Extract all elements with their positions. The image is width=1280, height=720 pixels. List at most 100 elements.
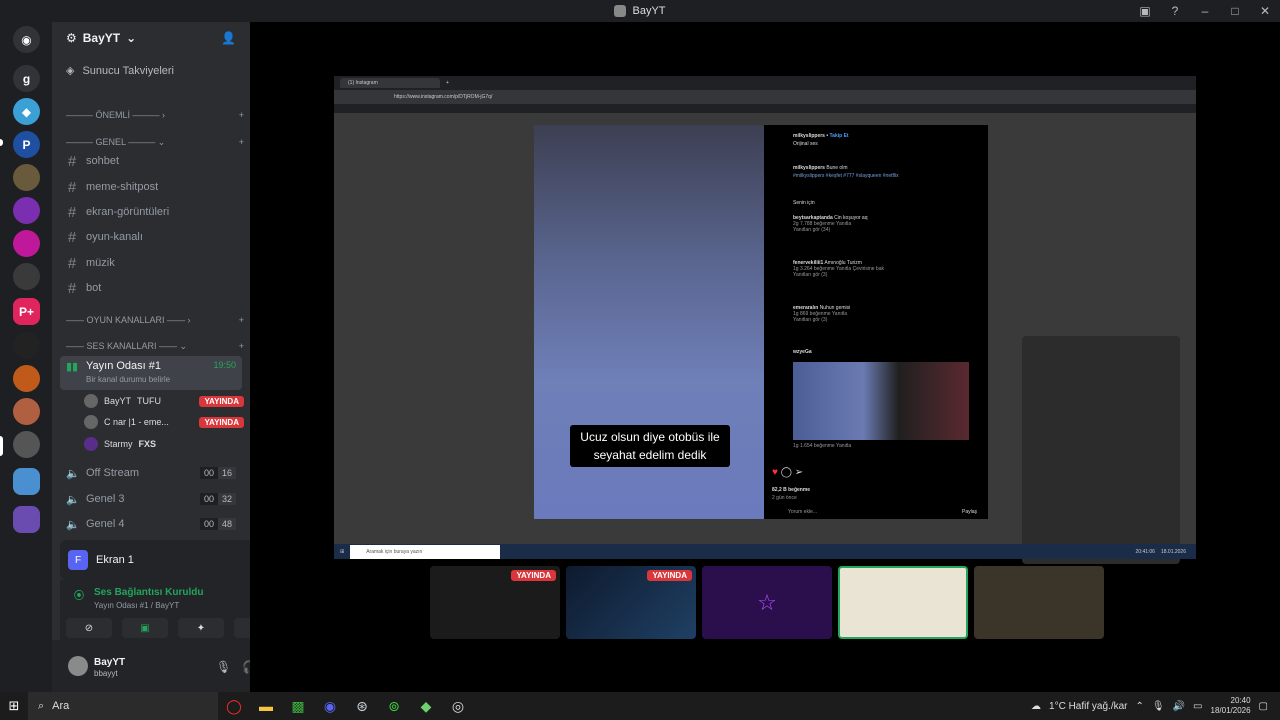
voice-user[interactable]: Starmy FXS — [84, 435, 244, 453]
participant-tile[interactable]: ☆ — [702, 566, 832, 639]
post-comment-button[interactable]: Paylaş — [962, 509, 977, 515]
weather-label[interactable]: 1°C Hafif yağ./kar — [1049, 701, 1127, 712]
address-bar[interactable]: https://www.instagram.com/p/DTjROM-jG7q/ — [334, 90, 1196, 104]
close-button[interactable]: ✕ — [1250, 4, 1280, 18]
participant-tile-speaking[interactable] — [838, 566, 968, 639]
server-header[interactable]: ⚙ BayYT ⌄ 👤 — [52, 22, 250, 54]
participant-tile[interactable]: YAYINDA — [430, 566, 560, 639]
new-tab-icon[interactable]: + — [446, 80, 449, 86]
voice-status-sub[interactable]: Yayın Odası #1 / BayYT — [94, 601, 179, 610]
chevron-up-icon[interactable]: ⌃ — [1136, 701, 1144, 712]
user-tag: bbayyt — [94, 669, 118, 678]
category-onemli[interactable]: ——— ÖNEMLİ ——— › + — [66, 110, 244, 120]
avatar[interactable] — [68, 656, 88, 676]
view-replies[interactable]: Yanıtları gör (3) — [793, 272, 827, 278]
voice-channel-yayin-odasi[interactable]: ▮▮ Yayın Odası #1 Bir kanal durumu belir… — [60, 356, 242, 390]
server-icon-10[interactable] — [13, 365, 40, 392]
inbox-icon[interactable]: ▣ — [1130, 4, 1160, 18]
add-channel-icon[interactable]: + — [239, 341, 244, 352]
server-boosts[interactable]: ◈ Sunucu Takviyeleri — [66, 64, 174, 78]
voice-channel-genel-4[interactable]: 🔈 Genel 4 00 48 — [60, 513, 242, 535]
add-channel-icon[interactable]: + — [239, 137, 244, 148]
channel-oyun-kanali[interactable]: # oyun-kanalı — [60, 226, 242, 248]
help-icon[interactable]: ? — [1160, 4, 1190, 18]
comment-icon[interactable]: ◯ — [781, 467, 792, 478]
user-name[interactable]: BayYT — [94, 657, 125, 668]
comment-input[interactable]: Yorum ekle... — [788, 509, 817, 515]
server-icon-7[interactable] — [13, 263, 40, 290]
server-icon-pplus[interactable]: P+ — [13, 298, 40, 325]
channel-bot[interactable]: # bot — [60, 277, 242, 299]
audio-label[interactable]: Orijinal ses — [793, 141, 818, 147]
server-icon-g[interactable]: g — [13, 65, 40, 92]
channel-muzik[interactable]: # müzik — [60, 252, 242, 274]
add-channel-icon[interactable]: + — [239, 110, 244, 120]
server-icon-11[interactable] — [13, 398, 40, 425]
server-icon-diamond[interactable]: ◆ — [13, 98, 40, 125]
mic-tray-icon[interactable]: 🎙 — [1152, 701, 1165, 712]
comment-image[interactable] — [793, 362, 969, 440]
voice-channel-status[interactable]: Bir kanal durumu belirle — [86, 375, 170, 384]
category-ses[interactable]: —— SES KANALLARI —— ⌄ + — [66, 341, 244, 352]
screen-share-button[interactable]: ▣ — [122, 618, 168, 638]
like-count[interactable]: 82,2 B beğenme — [772, 487, 810, 493]
maximize-button[interactable]: □ — [1220, 4, 1250, 18]
invite-people-icon[interactable]: 👤 — [221, 31, 236, 45]
obs-icon[interactable]: ◎ — [442, 692, 474, 720]
notification-icon[interactable]: ▢ — [1259, 701, 1268, 712]
network-icon[interactable]: ▭ — [1193, 701, 1202, 712]
xbox-icon[interactable]: ⊚ — [378, 692, 410, 720]
voice-channel-off-stream[interactable]: 🔈 Off Stream 00 16 — [60, 462, 242, 484]
participant-tile[interactable]: YAYINDA — [566, 566, 696, 639]
live-badge: YAYINDA — [199, 416, 244, 428]
start-button[interactable]: ⊞ — [0, 698, 28, 714]
minecraft-icon[interactable]: ▩ — [282, 692, 314, 720]
reel-video[interactable]: Ucuz olsun diye otobüs ile seyahat edeli… — [534, 125, 764, 519]
comment-sort[interactable]: Senin için — [793, 200, 815, 206]
server-icon-9[interactable] — [13, 332, 40, 359]
server-folder-2[interactable] — [13, 506, 40, 533]
view-replies[interactable]: Yanıtları gör (34) — [793, 227, 830, 233]
add-channel-icon[interactable]: + — [239, 315, 244, 325]
hashtags[interactable]: #milkyslippers #keşfet #777 #slayqueen #… — [793, 173, 899, 179]
discord-taskbar-icon[interactable]: ◉ — [314, 692, 346, 720]
server-icon-5[interactable] — [13, 197, 40, 224]
server-icon-6[interactable] — [13, 230, 40, 257]
heart-icon[interactable]: ♥ — [772, 467, 778, 478]
volume-icon[interactable]: 🔊 — [1173, 701, 1185, 712]
clock[interactable]: 20:40 18/01/2026 — [1211, 696, 1251, 716]
browser-tab[interactable]: (1) Instagram — [340, 78, 440, 88]
voice-user[interactable]: BayYT TUFU YAYINDA — [84, 392, 244, 410]
comment-user[interactable]: wzyeGa — [793, 349, 812, 355]
server-folder-1[interactable] — [13, 468, 40, 495]
server-icon-4[interactable] — [13, 164, 40, 191]
camera-off-button[interactable]: ⊘ — [66, 618, 112, 638]
cube-icon[interactable]: ◆ — [410, 692, 442, 720]
share-icon[interactable]: ➢ — [795, 467, 803, 478]
channel-label: bot — [86, 282, 102, 294]
view-replies[interactable]: Yanıtları gör (3) — [793, 317, 827, 323]
server-icon-bayyt[interactable] — [13, 431, 40, 458]
steam-icon[interactable]: ⊛ — [346, 692, 378, 720]
microphone-icon[interactable]: 🎙 — [216, 660, 231, 674]
voice-channel-genel-3[interactable]: 🔈 Genel 3 00 32 — [60, 488, 242, 510]
activities-button[interactable]: ✦ — [178, 618, 224, 638]
minimize-button[interactable]: – — [1190, 4, 1220, 18]
author-name[interactable]: milkyslippers — [793, 133, 825, 139]
participant-tile[interactable] — [974, 566, 1104, 639]
channel-ekran-goruntuleri[interactable]: # ekran-görüntüleri — [60, 201, 242, 223]
voice-status[interactable]: ⦿ Ses Bağlantısı Kuruldu — [74, 587, 203, 602]
category-oyun[interactable]: —— OYUN KANALLARI —— › + — [66, 315, 244, 325]
opera-icon[interactable]: ◯ — [218, 692, 250, 720]
file-explorer-icon[interactable]: ▬ — [250, 692, 282, 720]
category-genel[interactable]: ——— GENEL ——— ⌄ + — [66, 137, 244, 148]
post-author[interactable]: milkyslippers • Takip Et — [793, 133, 849, 139]
channel-meme-shitpost[interactable]: # meme-shitpost — [60, 176, 242, 198]
weather-icon[interactable]: ☁ — [1031, 701, 1041, 712]
follow-button[interactable]: Takip Et — [830, 133, 849, 139]
discord-home-icon[interactable]: ◉ — [13, 26, 40, 53]
taskbar-search[interactable]: ⌕ Ara — [28, 692, 218, 720]
server-icon-p[interactable]: P — [13, 131, 40, 158]
channel-sohbet[interactable]: # sohbet — [60, 150, 242, 172]
voice-user[interactable]: C nar |1 - eme... YAYINDA — [84, 413, 244, 431]
